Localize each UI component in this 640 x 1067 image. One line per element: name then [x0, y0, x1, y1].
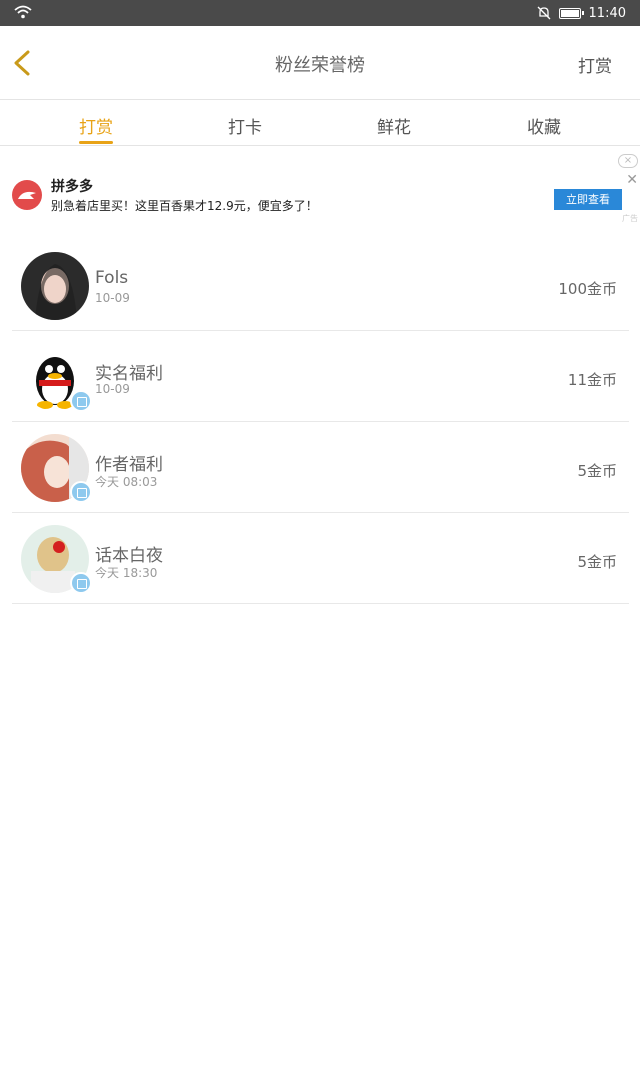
header: 粉丝荣誉榜 打赏	[0, 26, 640, 100]
ad-dismiss-icon[interactable]: ✕	[626, 172, 638, 188]
supporter-date: 10-09	[95, 382, 130, 396]
pinduoduo-logo-icon	[12, 180, 42, 210]
supporter-amount: 5金币	[577, 462, 617, 480]
supporter-name: Fols	[95, 268, 129, 288]
reward-button[interactable]: 打赏	[578, 52, 612, 77]
supporter-name: 话本白夜	[95, 546, 163, 566]
wifi-icon	[14, 5, 32, 19]
verified-badge-icon	[70, 390, 92, 412]
list-item[interactable]: 作者福利 今天 08:03 5金币	[12, 422, 629, 513]
active-tab-indicator	[79, 141, 113, 144]
supporter-name: 实名福利	[95, 364, 163, 384]
ad-view-button[interactable]: 立即查看	[554, 189, 622, 210]
tab-favorites[interactable]: 收藏	[527, 113, 561, 138]
supporter-amount: 5金币	[577, 553, 617, 571]
verified-badge-icon	[70, 572, 92, 594]
list-item[interactable]: 实名福利 10-09 11金币	[12, 331, 629, 422]
supporter-list: Fols 10-09 100金币 实名福利 10-09 11金币 作者福利 今天…	[12, 240, 629, 604]
ad-close-icon[interactable]: ×	[618, 154, 638, 168]
tab-reward[interactable]: 打赏	[79, 113, 113, 138]
ad-banner[interactable]: × 拼多多 别急着店里买！这里百香果才12.9元，便宜多了！ 立即查看 ✕ 广告	[0, 146, 640, 230]
supporter-amount: 100金币	[558, 280, 617, 298]
supporter-date: 今天 18:30	[95, 566, 158, 580]
ad-brand: 拼多多	[51, 179, 93, 195]
tab-bar: 打赏 打卡 鲜花 收藏	[0, 101, 640, 146]
battery-icon	[558, 7, 584, 19]
status-time: 11:40	[588, 5, 626, 21]
page-title: 粉丝荣誉榜	[275, 55, 365, 76]
notification-muted-icon	[537, 6, 550, 20]
supporter-name: 作者福利	[95, 455, 163, 475]
ad-text: 别急着店里买！这里百香果才12.9元，便宜多了！	[51, 199, 318, 213]
supporter-amount: 11金币	[567, 371, 617, 389]
list-item[interactable]: Fols 10-09 100金币	[12, 240, 629, 331]
supporter-date: 10-09	[95, 291, 130, 305]
ad-tag: 广告	[622, 214, 638, 223]
list-item[interactable]: 话本白夜 今天 18:30 5金币	[12, 513, 629, 604]
supporter-date: 今天 08:03	[95, 475, 158, 489]
status-bar: 11:40	[0, 0, 640, 26]
verified-badge-icon	[70, 481, 92, 503]
avatar	[21, 252, 89, 320]
tab-flowers[interactable]: 鲜花	[377, 113, 411, 138]
tab-checkin[interactable]: 打卡	[228, 113, 262, 138]
